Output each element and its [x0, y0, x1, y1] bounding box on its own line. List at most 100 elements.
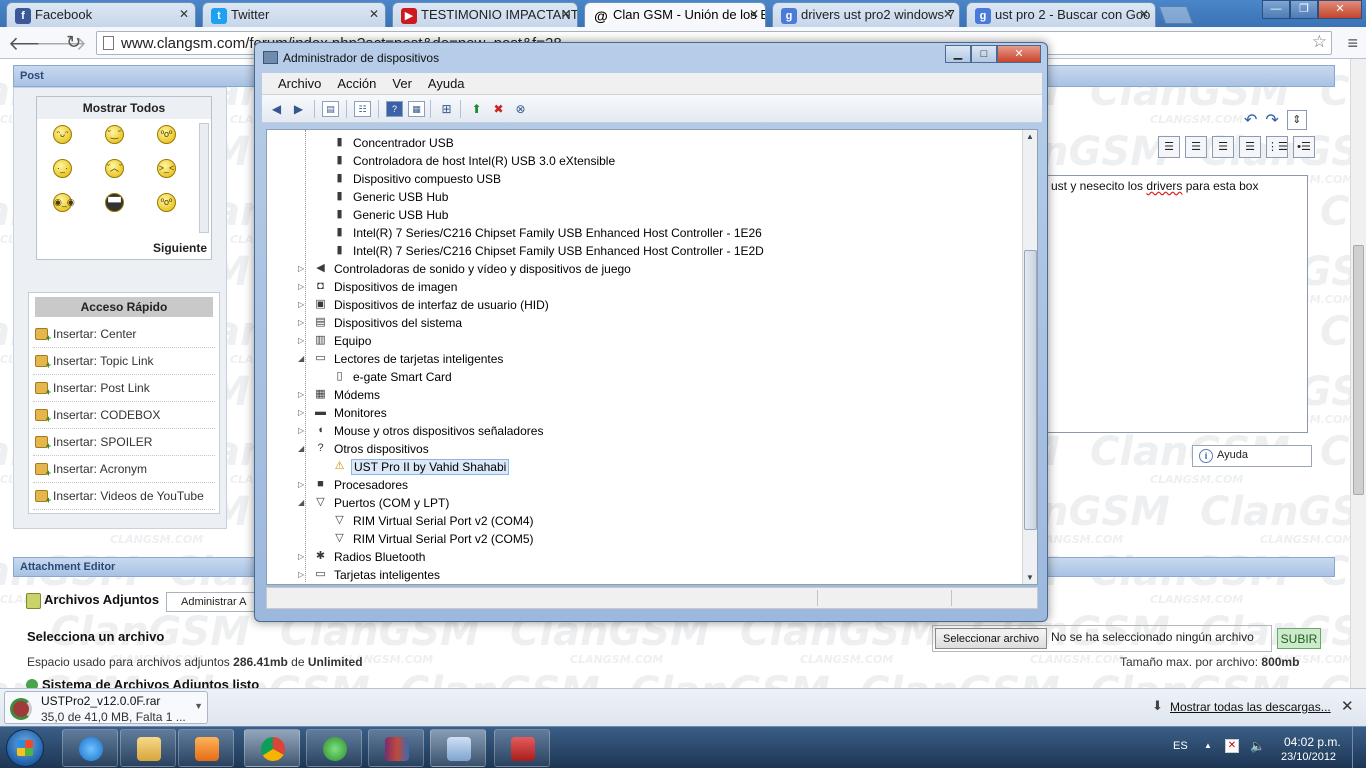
dm-menu-item[interactable]: Acción: [329, 73, 384, 94]
reload-button[interactable]: ↻: [66, 32, 81, 53]
redo-icon[interactable]: ↷: [1265, 110, 1278, 130]
start-button[interactable]: [6, 729, 44, 767]
taskbar-device-manager[interactable]: [430, 729, 486, 767]
quick-access-item[interactable]: Insertar: Videos de YouTube: [33, 483, 215, 510]
smilies-scrollbar[interactable]: [199, 123, 209, 233]
maximize-button[interactable]: ❐: [1290, 0, 1318, 19]
properties-icon[interactable]: ☷: [354, 101, 371, 117]
resize-editor-icon[interactable]: ⇕: [1286, 110, 1307, 130]
quick-access-item[interactable]: Insertar: Topic Link: [33, 348, 215, 375]
collapse-arrow-icon[interactable]: ◢: [298, 498, 304, 507]
page-scrollbar-thumb[interactable]: [1353, 245, 1364, 495]
close-window-button[interactable]: ✕: [1318, 0, 1362, 19]
clock-time[interactable]: 04:02 p.m.: [1284, 735, 1341, 749]
expand-arrow-icon[interactable]: ▷: [298, 552, 304, 561]
scan-hardware-icon[interactable]: ⊞: [438, 101, 455, 117]
quick-access-item[interactable]: Insertar: Acronym: [33, 456, 215, 483]
smilies-next-link[interactable]: Siguiente: [153, 241, 207, 255]
tab[interactable]: g drivers ust pro2 windows 7 ✕: [772, 2, 960, 27]
tab[interactable]: t Twitter ✕: [202, 2, 386, 27]
tab-close-icon[interactable]: ✕: [943, 7, 953, 21]
dm-menu-item[interactable]: Archivo: [270, 73, 329, 94]
forward-arrow-icon[interactable]: ▶: [290, 101, 307, 117]
tab[interactable]: g ust pro 2 - Buscar con Goo ✕: [966, 2, 1156, 27]
tab-close-icon[interactable]: ✕: [749, 7, 759, 21]
download-menu-chevron-icon[interactable]: ▼: [194, 701, 203, 711]
disable-device-icon[interactable]: ⊗: [512, 101, 529, 117]
taskbar-messenger[interactable]: [306, 729, 362, 767]
chrome-menu-icon[interactable]: ≡: [1347, 33, 1358, 54]
device-tree-scrollbar[interactable]: ▲ ▼: [1022, 130, 1037, 584]
update-driver-icon[interactable]: ⬆: [468, 101, 485, 117]
bullet-list-icon[interactable]: •☰: [1293, 136, 1315, 158]
page-scrollbar[interactable]: [1350, 59, 1366, 688]
show-all-downloads-link[interactable]: Mostrar todas las descargas...: [1152, 698, 1331, 714]
numbered-list-icon[interactable]: ⋮☰: [1266, 136, 1288, 158]
tab-close-icon[interactable]: ✕: [369, 7, 379, 21]
tab-close-icon[interactable]: ✕: [561, 7, 571, 21]
device-tree-scrollbar-thumb[interactable]: [1024, 250, 1037, 530]
smiley-icon[interactable]: ºoº: [157, 125, 176, 144]
bookmark-star-icon[interactable]: ☆: [1312, 32, 1327, 52]
back-arrow-icon[interactable]: ◀: [268, 101, 285, 117]
collapse-arrow-icon[interactable]: ◢: [298, 444, 304, 453]
align-left-icon[interactable]: ☰: [1158, 136, 1180, 158]
expand-arrow-icon[interactable]: ▷: [298, 336, 304, 345]
minimize-button[interactable]: —: [1262, 0, 1290, 19]
expand-arrow-icon[interactable]: ▷: [298, 318, 304, 327]
undo-icon[interactable]: ↶: [1244, 110, 1257, 130]
taskbar-ie[interactable]: [62, 729, 118, 767]
uninstall-icon[interactable]: ✖: [490, 101, 507, 117]
dm-maximize-button[interactable]: □: [971, 45, 997, 63]
expand-arrow-icon[interactable]: ▷: [298, 408, 304, 417]
scroll-down-icon[interactable]: ▼: [1026, 573, 1034, 582]
download-item[interactable]: USTPro2_v12.0.0F.rar 35,0 de 41,0 MB, Fa…: [4, 691, 208, 724]
close-downloads-bar-icon[interactable]: ✕: [1341, 697, 1354, 715]
smiley-icon[interactable]: ·_·: [53, 159, 72, 178]
volume-icon[interactable]: 🔈: [1250, 739, 1265, 753]
tab-close-icon[interactable]: ✕: [1139, 7, 1149, 21]
quick-access-item[interactable]: Insertar: CODEBOX: [33, 402, 215, 429]
align-center-icon[interactable]: ☰: [1185, 136, 1207, 158]
show-hide-tree-icon[interactable]: ▤: [322, 101, 339, 117]
expand-arrow-icon[interactable]: ▷: [298, 480, 304, 489]
dm-close-button[interactable]: ✕: [997, 45, 1041, 63]
smiley-icon[interactable]: ˇ︿ˇ: [105, 159, 124, 178]
taskbar-chrome[interactable]: [244, 729, 300, 767]
expand-arrow-icon[interactable]: ▷: [298, 390, 304, 399]
expand-arrow-icon[interactable]: ▷: [298, 570, 304, 579]
expand-arrow-icon[interactable]: ▷: [298, 426, 304, 435]
post-editor[interactable]: ust y nesecito los drivers para esta box: [1040, 175, 1308, 433]
smiley-icon[interactable]: ᵔᴗᵔ: [53, 125, 72, 144]
tab[interactable]: ▶ TESTIMONIO IMPACTANT ✕: [392, 2, 578, 27]
quick-access-item[interactable]: Insertar: SPOILER: [33, 429, 215, 456]
taskbar-explorer[interactable]: [120, 729, 176, 767]
taskbar-winrar[interactable]: [368, 729, 424, 767]
tab-close-icon[interactable]: ✕: [179, 7, 189, 21]
dm-menu-item[interactable]: Ayuda: [420, 73, 473, 94]
clock-date[interactable]: 23/10/2012: [1281, 751, 1336, 763]
collapse-arrow-icon[interactable]: ◢: [298, 354, 304, 363]
help-button[interactable]: i Ayuda: [1192, 445, 1312, 467]
expand-arrow-icon[interactable]: ▷: [298, 300, 304, 309]
manage-attachments-button[interactable]: Administrar A: [166, 592, 266, 612]
quick-access-item[interactable]: Insertar: Center: [33, 321, 215, 348]
help-icon[interactable]: ?: [386, 101, 403, 117]
smiley-icon[interactable]: ˘‿˘: [105, 125, 124, 144]
smilies-header[interactable]: Mostrar Todos: [37, 97, 211, 119]
select-file-button[interactable]: Seleccionar archivo: [935, 628, 1047, 649]
expand-arrow-icon[interactable]: ▷: [298, 264, 304, 273]
new-tab-button[interactable]: [1158, 6, 1194, 24]
align-justify-icon[interactable]: ☰: [1239, 136, 1261, 158]
expand-arrow-icon[interactable]: ▷: [298, 282, 304, 291]
action-center-icon[interactable]: ✕: [1225, 739, 1239, 753]
language-indicator[interactable]: ES: [1173, 740, 1188, 752]
show-hidden-icons-icon[interactable]: ▲: [1204, 741, 1212, 750]
smiley-icon[interactable]: ▀▀: [105, 193, 124, 212]
scroll-up-icon[interactable]: ▲: [1026, 132, 1034, 141]
taskbar-media-player[interactable]: [178, 729, 234, 767]
smiley-icon[interactable]: ºoº: [157, 193, 176, 212]
smiley-icon[interactable]: ◉_◉: [53, 193, 75, 212]
dm-menu-item[interactable]: Ver: [384, 73, 420, 94]
taskbar-toolbox[interactable]: [494, 729, 550, 767]
